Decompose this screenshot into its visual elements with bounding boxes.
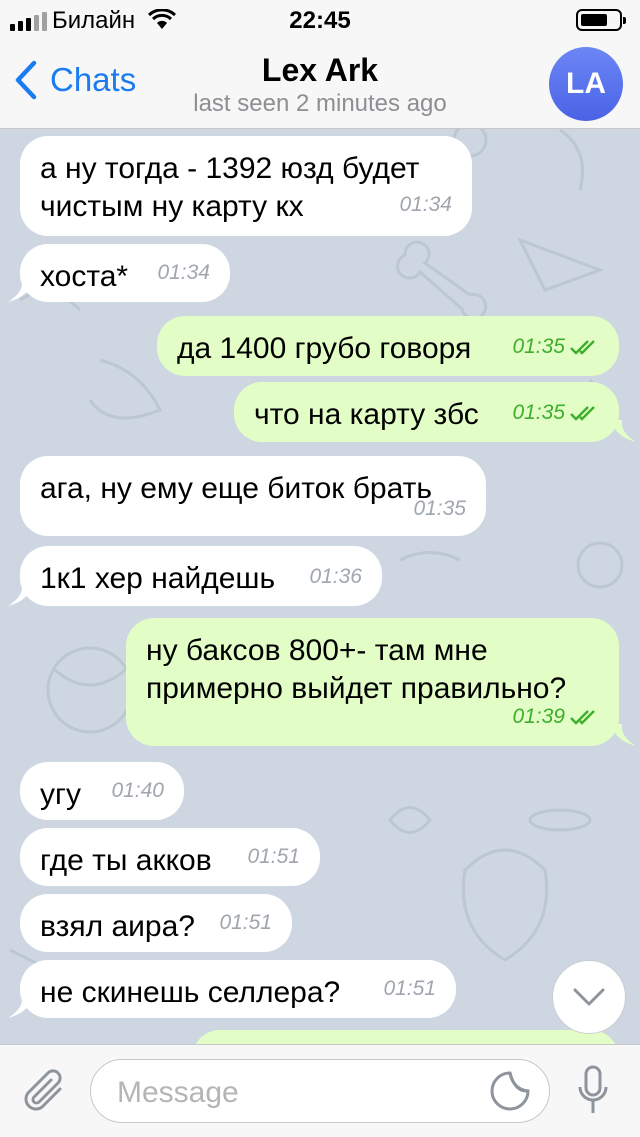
message-text: а ну тогда - 1392 юзд будет чистым ну ка… bbox=[40, 152, 420, 223]
chat-header: Chats Lex Ark last seen 2 minutes ago LA bbox=[0, 40, 640, 129]
avatar[interactable]: LA bbox=[549, 47, 623, 121]
message-outgoing[interactable]: да 1400 грубо говоря 01:35 bbox=[157, 316, 619, 376]
message-time: 01:51 bbox=[247, 845, 300, 868]
message-outgoing-partial[interactable] bbox=[192, 1030, 619, 1044]
last-seen-status: last seen 2 minutes ago bbox=[193, 90, 447, 117]
message-incoming[interactable]: а ну тогда - 1392 юзд будет чистым ну ка… bbox=[20, 136, 472, 236]
bubble-tail bbox=[612, 724, 636, 746]
bubble-tail bbox=[8, 280, 32, 302]
message-outgoing[interactable]: что на карту збс 01:35 bbox=[234, 382, 619, 442]
read-check-icon bbox=[570, 340, 595, 355]
attach-button[interactable] bbox=[22, 1067, 68, 1120]
message-incoming[interactable]: 1к1 хер найдешь 01:36 bbox=[20, 546, 382, 606]
bubble-tail bbox=[8, 996, 32, 1018]
message-input-container bbox=[90, 1059, 550, 1123]
message-outgoing[interactable]: ну баксов 800+- там мне примерно выйдет … bbox=[126, 618, 619, 746]
read-check-icon bbox=[570, 406, 595, 421]
message-text: не скинешь селлера? bbox=[40, 976, 341, 1009]
status-bar: Билайн 22:45 bbox=[0, 0, 640, 40]
message-text: ну баксов 800+- там мне примерно выйдет … bbox=[146, 634, 567, 705]
bubble-tail bbox=[612, 420, 636, 442]
message-time: 01:34 bbox=[157, 261, 210, 284]
message-composer bbox=[0, 1044, 640, 1137]
message-time: 01:36 bbox=[309, 565, 362, 588]
microphone-icon bbox=[578, 1065, 608, 1113]
voice-record-button[interactable] bbox=[578, 1065, 608, 1122]
contact-name[interactable]: Lex Ark bbox=[0, 52, 640, 89]
message-time: 01:40 bbox=[111, 779, 164, 802]
battery-icon bbox=[576, 9, 626, 31]
message-time: 01:35 bbox=[512, 335, 565, 358]
scroll-to-bottom-button[interactable] bbox=[552, 960, 626, 1034]
read-check-icon bbox=[570, 710, 595, 725]
message-incoming[interactable]: не скинешь селлера? 01:51 bbox=[20, 960, 456, 1018]
message-incoming[interactable]: где ты акков 01:51 bbox=[20, 828, 320, 886]
paperclip-icon bbox=[24, 1069, 62, 1111]
message-time: 01:39 bbox=[512, 705, 565, 728]
message-list[interactable]: а ну тогда - 1392 юзд будет чистым ну ка… bbox=[0, 128, 640, 1044]
message-time: 01:51 bbox=[219, 911, 272, 934]
bubble-tail bbox=[8, 584, 32, 606]
message-incoming[interactable]: угу 01:40 bbox=[20, 762, 184, 820]
message-incoming[interactable]: хоста* 01:34 bbox=[20, 244, 230, 302]
avatar-initials: LA bbox=[566, 67, 606, 100]
status-time: 22:45 bbox=[289, 7, 351, 34]
message-time: 01:51 bbox=[383, 977, 436, 1000]
sticker-icon bbox=[490, 1071, 530, 1111]
chevron-down-icon bbox=[573, 988, 605, 1006]
message-text: ага, ну ему еще биток брать bbox=[40, 472, 433, 505]
message-time: 01:35 bbox=[413, 497, 466, 520]
message-time: 01:35 bbox=[512, 401, 565, 424]
sticker-button[interactable] bbox=[489, 1070, 531, 1117]
message-incoming[interactable]: ага, ну ему еще биток брать 01:35 bbox=[20, 456, 486, 536]
message-input[interactable] bbox=[115, 1072, 479, 1114]
message-time: 01:34 bbox=[399, 193, 452, 216]
message-incoming[interactable]: взял аира? 01:51 bbox=[20, 894, 292, 952]
